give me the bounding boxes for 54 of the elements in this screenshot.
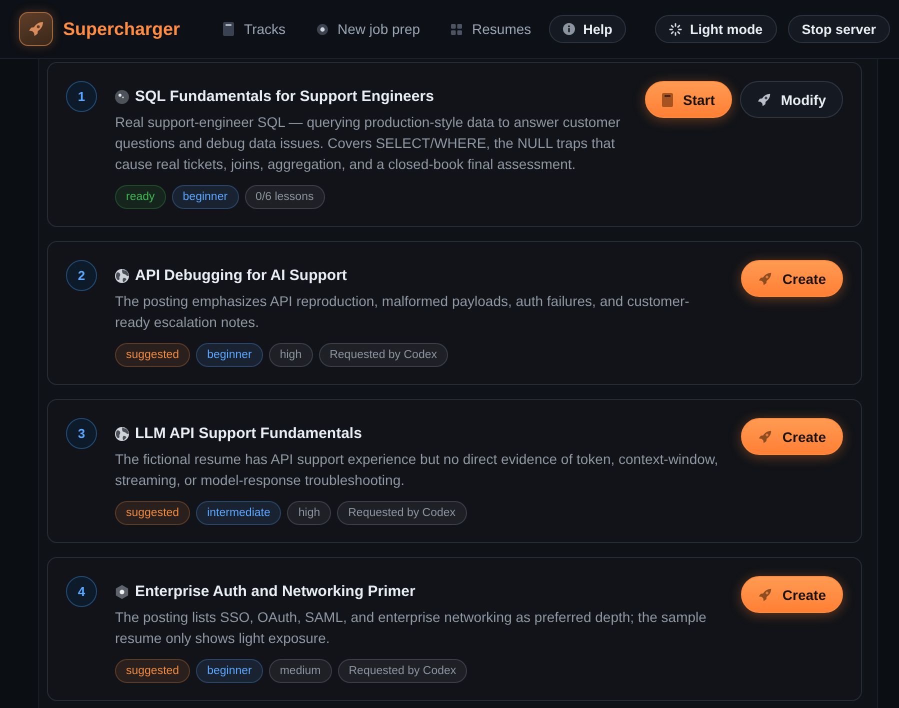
create-button[interactable]: Create — [741, 260, 843, 297]
globe-icon — [115, 426, 129, 440]
info-icon — [563, 23, 576, 35]
step-number: 1 — [66, 81, 97, 112]
ball-icon — [115, 90, 129, 104]
track-title: API Debugging for AI Support — [135, 267, 347, 284]
create-button[interactable]: Create — [741, 418, 843, 455]
track-tag: beginner — [196, 659, 263, 683]
track-title: Enterprise Auth and Networking Primer — [135, 583, 416, 600]
book-icon — [223, 22, 234, 36]
track-description: The posting lists SSO, OAuth, SAML, and enterprise networking as preferred depth; the sample resume only shows light exposure. — [115, 608, 708, 648]
track-description: The fictional resume has API support experience but no direct evidence of token, context-window, streaming, or model-response troubleshooting. — [115, 450, 718, 490]
track-tag: beginner — [196, 343, 263, 367]
globe-icon — [115, 268, 129, 282]
nav-link[interactable]: New job prep — [316, 21, 420, 37]
track-tag: ready — [115, 185, 166, 209]
track-tag: intermediate — [196, 501, 282, 525]
track-tag: Requested by Codex — [338, 659, 468, 683]
track-tag: Requested by Codex — [318, 343, 448, 367]
dot-icon — [316, 24, 328, 34]
sun-icon — [668, 22, 682, 36]
brand-name: Supercharger — [63, 18, 180, 40]
track-tag: suggested — [115, 343, 190, 367]
book-icon — [662, 92, 673, 106]
rocket-icon — [758, 272, 772, 286]
track-description: The posting emphasizes API reproduction, malformed payloads, auth failures, and customer-ready escalation notes. — [115, 292, 690, 332]
step-number: 2 — [66, 260, 97, 291]
start-button[interactable]: Start — [644, 81, 732, 118]
track-description: Real support-engineer SQL — querying production-style data to answer customer questions and debug data issues. Covers SELECT/WHERE, the NULL traps that cause real tickets, joins, aggregation, and a closed-book final assessment. — [115, 113, 622, 174]
stop-server-button[interactable]: Stop server — [788, 15, 890, 43]
rocket-icon — [756, 92, 771, 106]
grid-icon — [451, 24, 462, 34]
track-tag: high — [268, 343, 313, 367]
rocket-icon — [28, 21, 44, 37]
step-number: 4 — [66, 576, 97, 607]
track-tag: Requested by Codex — [337, 501, 467, 525]
modify-button[interactable]: Modify — [740, 81, 843, 118]
help-button[interactable]: Help — [549, 15, 626, 43]
step-number: 3 — [66, 418, 97, 449]
track-title: LLM API Support Fundamentals — [135, 425, 362, 442]
track-tag: suggested — [115, 501, 190, 525]
rocket-icon — [758, 430, 772, 444]
theme-toggle-button[interactable]: Light mode — [654, 15, 777, 43]
nut-icon — [115, 584, 129, 598]
track-title: SQL Fundamentals for Support Engineers — [135, 88, 434, 105]
track-tag: high — [287, 501, 332, 525]
track-tag: beginner — [172, 185, 239, 209]
create-button[interactable]: Create — [741, 576, 843, 613]
rocket-icon — [758, 588, 772, 602]
track-tag: suggested — [115, 659, 190, 683]
track-tag: medium — [268, 659, 332, 683]
track-tag: 0/6 lessons — [244, 185, 325, 209]
nav-link[interactable]: Resumes — [451, 21, 532, 37]
nav-link[interactable]: Tracks — [223, 21, 286, 37]
